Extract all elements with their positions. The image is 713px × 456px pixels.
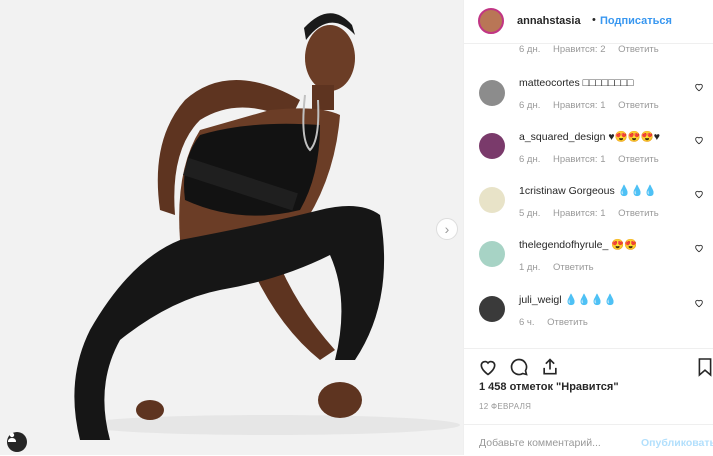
heart-icon[interactable]: [694, 82, 704, 92]
action-bar: [464, 348, 713, 379]
comment-time: 1 дн.: [519, 262, 541, 273]
reply-button[interactable]: Ответить: [618, 100, 659, 111]
heart-icon[interactable]: [694, 243, 704, 253]
comment-username[interactable]: thelegendofhyrule_: [519, 239, 608, 251]
reply-button[interactable]: Ответить: [618, 154, 659, 165]
add-comment-bar: Добавьте комментарий... Опубликовать: [464, 424, 713, 456]
avatar[interactable]: [479, 80, 505, 106]
comment-input[interactable]: Добавьте комментарий...: [479, 437, 601, 449]
comment-username[interactable]: a_squared_design: [519, 131, 605, 143]
comment-meta: 6 ч. Ответить: [519, 317, 598, 328]
comment-icon[interactable]: [509, 357, 529, 377]
comment-text: matteocortes □□□□□□□□: [519, 77, 633, 89]
comment-body: 😍😍: [611, 239, 638, 251]
next-photo-button[interactable]: ›: [436, 218, 458, 240]
comment-time: 6 ч.: [519, 317, 535, 328]
post-date[interactable]: 12 ФЕВРАЛЯ: [479, 402, 531, 411]
post-header: annahstasia • Подписаться: [464, 0, 713, 44]
comment-username[interactable]: matteocortes: [519, 77, 580, 89]
photo-illustration: [0, 0, 463, 455]
post-photo[interactable]: ›: [0, 0, 463, 455]
separator-dot: •: [592, 14, 596, 26]
comment-text: thelegendofhyrule_ 😍😍: [519, 238, 637, 251]
avatar[interactable]: [479, 241, 505, 267]
comment-meta: 5 дн. Нравится: 1 Ответить: [519, 208, 669, 219]
reply-button[interactable]: Ответить: [618, 44, 659, 55]
comment-time: 6 дн.: [519, 100, 541, 111]
avatar[interactable]: [479, 296, 505, 322]
heart-icon[interactable]: [694, 298, 704, 308]
comment-username[interactable]: 1cristinaw: [519, 185, 566, 197]
reply-button[interactable]: Ответить: [553, 262, 594, 273]
heart-icon[interactable]: [694, 135, 704, 145]
heart-icon[interactable]: [478, 357, 498, 377]
avatar[interactable]: [479, 187, 505, 213]
reply-button[interactable]: Ответить: [618, 208, 659, 219]
avatar[interactable]: [479, 133, 505, 159]
comment-meta: 6 дн. Нравится: 1 Ответить: [519, 100, 669, 111]
comment-likes[interactable]: Нравится: 2: [553, 44, 605, 55]
comment-text: 1cristinaw Gorgeous 💧💧💧: [519, 184, 657, 197]
partial-comment-meta: 6 дн. Нравится: 2 Ответить: [519, 44, 669, 55]
share-icon[interactable]: [540, 357, 560, 377]
post-side-panel: annahstasia • Подписаться 6 дн. Нравится…: [463, 0, 713, 455]
comment-time: 6 дн.: [519, 154, 541, 165]
chevron-right-icon: ›: [444, 221, 450, 237]
bookmark-icon[interactable]: [697, 357, 713, 377]
user-tag-button[interactable]: [7, 432, 27, 452]
user-tag-icon: [8, 432, 16, 442]
post-username[interactable]: annahstasia: [517, 15, 581, 27]
comment-time: 6 дн.: [519, 44, 541, 55]
comment-text: juli_weigl 💧💧💧💧: [519, 293, 617, 306]
comment-body: Gorgeous 💧💧💧: [568, 185, 657, 197]
reply-button[interactable]: Ответить: [547, 317, 588, 328]
comments-list[interactable]: 6 дн. Нравится: 2 Ответить matteocortes …: [464, 43, 713, 348]
publish-button[interactable]: Опубликовать: [641, 437, 713, 449]
comment-likes[interactable]: Нравится: 1: [553, 154, 605, 165]
likes-count[interactable]: 1 458 отметок "Нравится": [479, 381, 619, 393]
comment-body: □□□□□□□□: [582, 77, 634, 89]
comment-body: 💧💧💧💧: [564, 294, 617, 306]
comment-username[interactable]: juli_weigl: [519, 294, 562, 306]
comment-body: ♥😍😍😍♥: [608, 131, 661, 143]
avatar[interactable]: [478, 8, 504, 34]
comment-text: a_squared_design ♥😍😍😍♥: [519, 130, 660, 143]
comment-meta: 6 дн. Нравится: 1 Ответить: [519, 154, 669, 165]
follow-button[interactable]: Подписаться: [600, 15, 672, 27]
comment-time: 5 дн.: [519, 208, 541, 219]
comment-meta: 1 дн. Ответить: [519, 262, 604, 273]
comment-likes[interactable]: Нравится: 1: [553, 100, 605, 111]
heart-icon[interactable]: [694, 189, 704, 199]
comment-likes[interactable]: Нравится: 1: [553, 208, 605, 219]
